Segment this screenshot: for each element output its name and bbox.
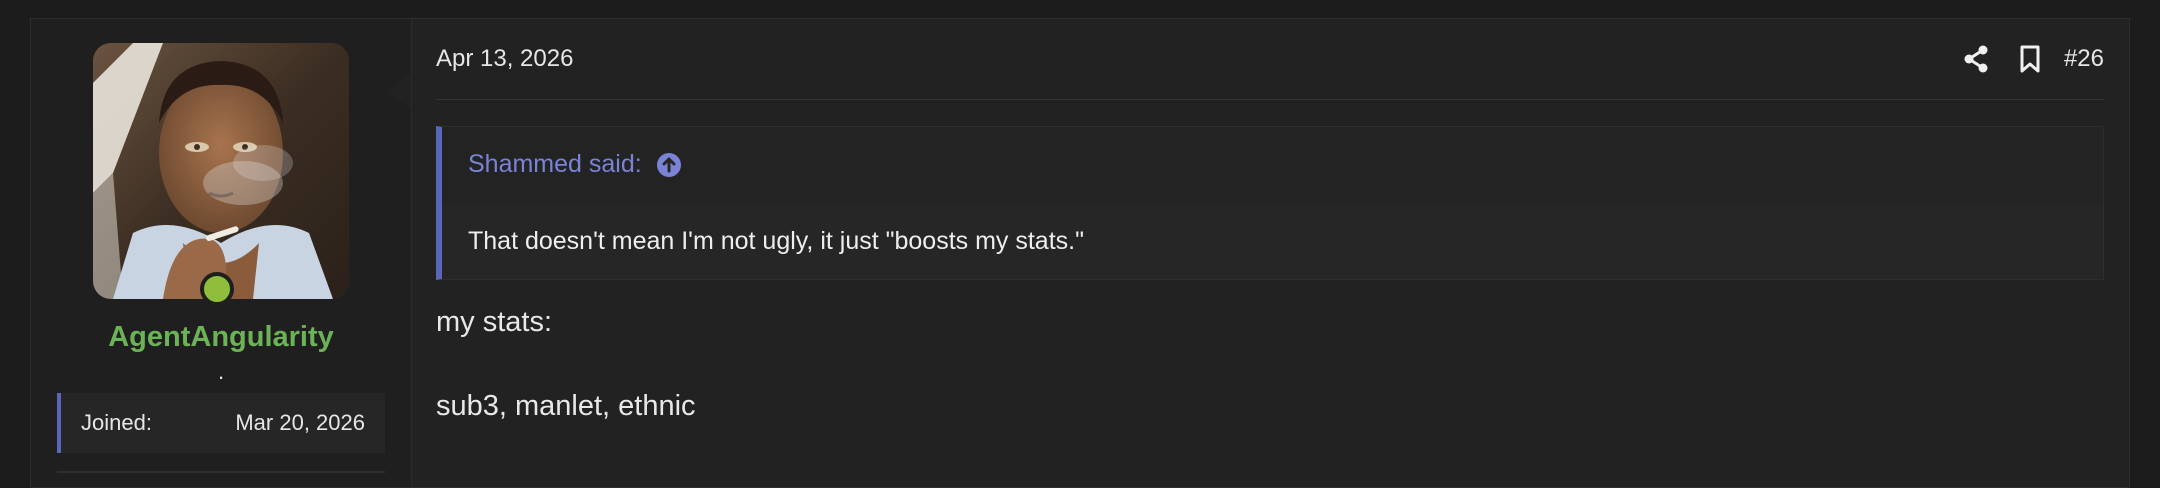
quote-header: Shammed said:	[442, 127, 2103, 203]
quote-author-text: Shammed said:	[468, 150, 642, 178]
post-pointer-arrow	[387, 73, 411, 109]
arrow-up-circle-icon[interactable]	[656, 152, 682, 178]
stat-label: Joined:	[81, 410, 152, 435]
message-body: my stats: sub3, manlet, ethnic	[436, 301, 696, 427]
stat-value: Mar 20, 2026	[235, 410, 365, 435]
quote-author-link[interactable]: Shammed said:	[468, 150, 682, 179]
quote-text: That doesn't mean I'm not ugly, it just …	[468, 227, 1084, 255]
quote-block: Shammed said: That doesn't mean I'm not …	[436, 126, 2104, 280]
username-link[interactable]: AgentAngularity	[31, 321, 411, 354]
avatar-image	[93, 43, 349, 299]
share-icon[interactable]	[1956, 41, 1996, 77]
avatar[interactable]	[93, 43, 349, 299]
stat-row-joined: Joined: Mar 20, 2026	[81, 393, 365, 453]
forum-post: AgentAngularity . Joined: Mar 20, 2026 A…	[30, 18, 2130, 488]
stats-divider	[57, 471, 385, 473]
user-title: .	[217, 359, 225, 384]
post-number-link[interactable]: #26	[2064, 45, 2104, 73]
user-stats: Joined: Mar 20, 2026	[57, 393, 385, 453]
message-line: sub3, manlet, ethnic	[436, 390, 696, 422]
message-line: my stats:	[436, 306, 553, 338]
post-header-actions: #26	[1956, 41, 2104, 77]
user-info-panel: AgentAngularity . Joined: Mar 20, 2026	[31, 19, 412, 487]
online-status-indicator	[200, 272, 234, 306]
post-content: Apr 13, 2026 #26 Shammed said: That does…	[436, 19, 2104, 487]
header-divider	[436, 99, 2104, 100]
bookmark-icon[interactable]	[2010, 41, 2050, 77]
post-date-link[interactable]: Apr 13, 2026	[436, 45, 573, 73]
